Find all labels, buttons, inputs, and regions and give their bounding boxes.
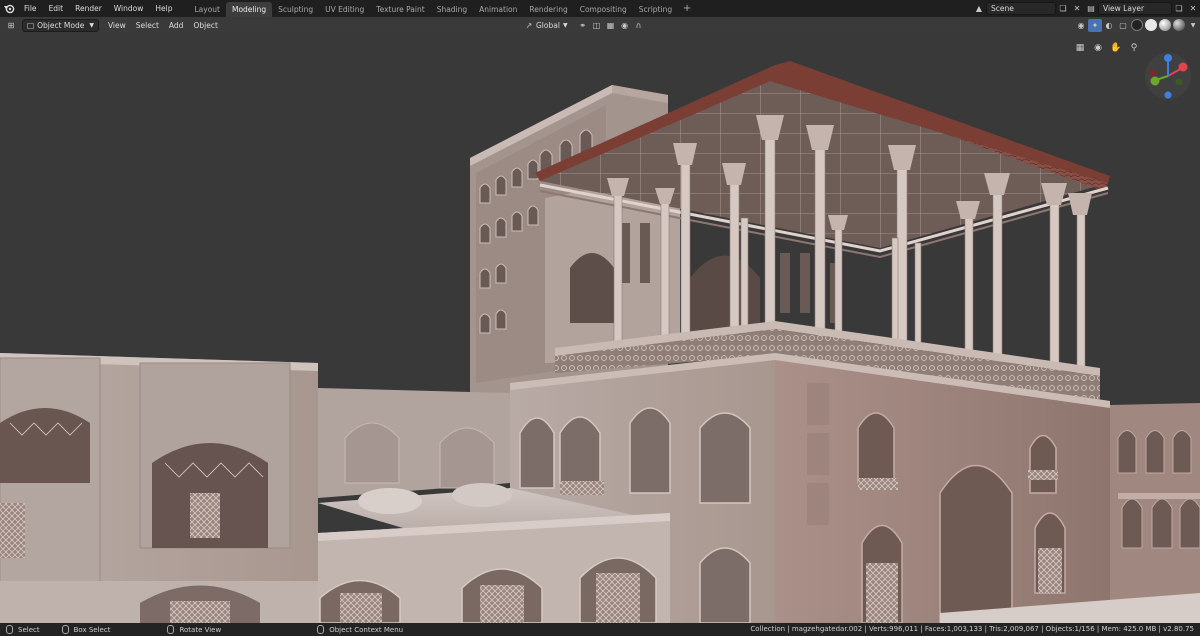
- status-context-menu: Object Context Menu: [317, 625, 403, 634]
- mouse-drag-icon: [61, 625, 69, 634]
- overlay-toggle-icon[interactable]: ◐: [1102, 19, 1116, 32]
- snap-target-icon[interactable]: ▦: [604, 19, 618, 32]
- pivot-icon[interactable]: ⚭: [576, 19, 590, 32]
- viewport-header: ⊞ □ Object Mode ▼ View Select Add Object…: [0, 17, 1200, 33]
- pan-hand-icon[interactable]: ✋: [1107, 41, 1125, 55]
- view-layer-field[interactable]: View Layer: [1098, 2, 1172, 15]
- tab-shading[interactable]: Shading: [431, 2, 473, 17]
- tab-texture-paint[interactable]: Texture Paint: [370, 2, 430, 17]
- tab-uv-editing[interactable]: UV Editing: [319, 2, 370, 17]
- chevron-down-icon: ▼: [562, 21, 568, 29]
- visibility-icon[interactable]: ◉: [1074, 19, 1088, 32]
- navigation-gizmo-icon[interactable]: [1143, 51, 1193, 101]
- status-box-select-label: Box Select: [73, 625, 111, 634]
- right-side-building: [1110, 403, 1200, 623]
- tab-compositing[interactable]: Compositing: [574, 2, 633, 17]
- tab-modeling[interactable]: Modeling: [225, 2, 273, 17]
- toggle-camera-view-icon[interactable]: ▦: [1071, 41, 1089, 55]
- viewport-display-controls: ◉ ✦ ◐ ▢ ▼: [1074, 17, 1200, 33]
- mouse-middle-icon: [167, 625, 175, 634]
- gizmo-toggle-icon[interactable]: ✦: [1088, 18, 1102, 32]
- status-context-label: Object Context Menu: [329, 625, 404, 634]
- scene-statistics: Collection | magzehgatedar.002 | Verts:9…: [750, 625, 1194, 633]
- camera-icon[interactable]: ◉: [1089, 41, 1107, 55]
- header-menu-object[interactable]: Object: [188, 21, 222, 30]
- delete-view-layer-icon[interactable]: ✕: [1186, 2, 1200, 15]
- chevron-down-icon: ▼: [89, 21, 94, 29]
- editor-type-icon[interactable]: ⊞: [4, 19, 18, 32]
- new-view-layer-icon[interactable]: ❏: [1172, 2, 1186, 15]
- snap-icon[interactable]: ◫: [590, 19, 604, 32]
- blender-logo-icon[interactable]: [0, 0, 18, 17]
- mouse-left-icon: [6, 625, 13, 634]
- new-scene-icon[interactable]: ❏: [1056, 2, 1070, 15]
- transform-controls: ↗ Global ▼ ⚭ ◫ ▦ ◉ ∩: [522, 17, 646, 33]
- mode-dropdown[interactable]: □ Object Mode ▼: [22, 18, 99, 32]
- status-rotate-label: Rotate View: [179, 625, 222, 634]
- add-workspace-button[interactable]: +: [680, 3, 694, 14]
- tab-layout[interactable]: Layout: [188, 2, 226, 17]
- mouse-right-icon: [317, 625, 325, 634]
- xray-toggle-icon[interactable]: ▢: [1116, 19, 1130, 32]
- workspace-tabs: Layout Modeling Sculpting UV Editing Tex…: [188, 0, 694, 17]
- status-rotate-view: Rotate View: [167, 625, 221, 634]
- architectural-model-render: [0, 61, 1200, 623]
- view-layer-icon[interactable]: ▤: [1084, 2, 1098, 15]
- status-select-label: Select: [18, 625, 40, 634]
- menu-help[interactable]: Help: [149, 0, 178, 17]
- zoom-magnifier-icon[interactable]: ⚲: [1125, 41, 1143, 55]
- tab-scripting[interactable]: Scripting: [633, 2, 678, 17]
- status-select: Select: [6, 625, 40, 634]
- top-bar: File Edit Render Window Help Layout Mode…: [0, 0, 1200, 17]
- menu-render[interactable]: Render: [69, 0, 108, 17]
- proportional-edit-icon[interactable]: ◉: [618, 19, 632, 32]
- tab-animation[interactable]: Animation: [473, 2, 523, 17]
- scene-field[interactable]: Scene: [986, 2, 1056, 15]
- rendered-shading-icon[interactable]: [1173, 19, 1185, 31]
- orientation-icon: ↗: [525, 20, 533, 30]
- tab-sculpting[interactable]: Sculpting: [272, 2, 319, 17]
- material-shading-icon[interactable]: [1159, 19, 1171, 31]
- header-menu-view[interactable]: View: [103, 21, 131, 30]
- header-menu-add[interactable]: Add: [164, 21, 189, 30]
- header-menu-select[interactable]: Select: [131, 21, 164, 30]
- mode-label: Object Mode: [37, 20, 85, 30]
- wireframe-shading-icon[interactable]: [1131, 19, 1143, 31]
- menu-file[interactable]: File: [18, 0, 43, 17]
- menu-edit[interactable]: Edit: [43, 0, 70, 17]
- delete-scene-icon[interactable]: ✕: [1070, 2, 1084, 15]
- object-mode-icon: □: [27, 20, 35, 30]
- scene-icon[interactable]: ▲: [972, 2, 986, 15]
- navigation-tools: ▦ ◉ ✋ ⚲: [1071, 41, 1143, 55]
- tab-rendering[interactable]: Rendering: [523, 2, 573, 17]
- 3d-viewport[interactable]: ▦ ◉ ✋ ⚲: [0, 33, 1200, 623]
- menu-window[interactable]: Window: [108, 0, 150, 17]
- falloff-icon[interactable]: ∩: [632, 19, 646, 32]
- status-bar: Select Box Select Rotate View Object Con…: [0, 623, 1200, 636]
- solid-shading-icon[interactable]: [1145, 19, 1157, 31]
- status-box-select: Box Select: [61, 625, 111, 634]
- top-right-controls: ▲ Scene ❏ ✕ ▤ View Layer ❏ ✕: [972, 0, 1200, 17]
- orientation-dropdown[interactable]: Global: [536, 21, 560, 30]
- shading-options-icon[interactable]: ▼: [1186, 19, 1200, 32]
